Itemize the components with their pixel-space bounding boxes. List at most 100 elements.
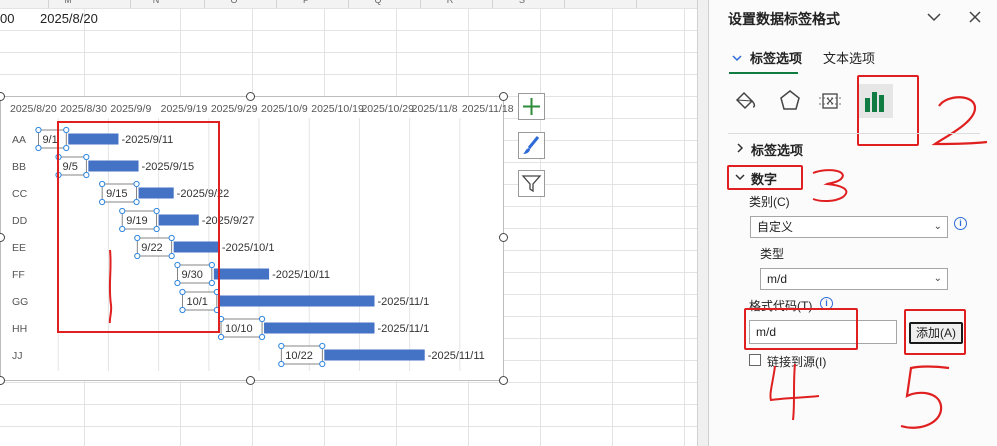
cell-date-value[interactable]: 2025/8/20 (40, 11, 98, 26)
annotation-3-scribble (812, 169, 848, 203)
pane-options-button[interactable] (923, 6, 945, 28)
plus-icon (523, 98, 540, 115)
column-separator[interactable] (492, 0, 493, 8)
column-letter[interactable]: M (58, 0, 78, 5)
chevron-down-icon: ⌄ (933, 221, 942, 232)
column-separator[interactable] (348, 0, 349, 8)
label-selection-handle (258, 333, 266, 341)
chart-elements-button[interactable] (518, 93, 545, 120)
format-data-labels-pane: 设置数据标签格式 标签选项 文本选项 标签选项 数字 类别(C) 自定义 ⌄ i… (709, 0, 997, 446)
resize-handle[interactable] (499, 233, 508, 242)
category-dropdown[interactable]: 自定义 ⌄ (750, 216, 948, 238)
chevron-down-icon (732, 55, 742, 62)
column-separator[interactable] (204, 0, 205, 8)
annotation-box-3 (727, 165, 803, 190)
type-dropdown[interactable]: m/d ⌄ (760, 268, 948, 290)
spreadsheet-area[interactable]: M N O P Q R S 00 2025/8/20 2025/8/20 2025… (0, 0, 697, 446)
y-tick-label: FF (12, 269, 25, 281)
y-tick-label: CC (12, 188, 28, 200)
y-tick-label: JJ (12, 350, 23, 362)
gridline (0, 404, 697, 405)
column-letter[interactable]: R (440, 0, 460, 5)
data-label-end: -2025/11/11 (428, 350, 485, 362)
size-properties-icon (819, 93, 841, 109)
y-tick-label: AA (12, 134, 26, 146)
column-separator[interactable] (564, 0, 565, 8)
chart-styles-button[interactable] (518, 132, 545, 159)
column-separator[interactable] (130, 0, 131, 8)
fill-line-button[interactable] (731, 86, 761, 116)
column-letter[interactable]: S (512, 0, 532, 5)
gantt-bar (324, 349, 425, 361)
y-tick-label: GG (12, 296, 28, 308)
annotation-5-scribble (900, 365, 950, 429)
label-selection-handle (258, 315, 266, 323)
resize-handle[interactable] (499, 92, 508, 101)
effects-button[interactable] (775, 86, 805, 116)
active-tab-indicator (729, 72, 798, 74)
y-tick-label: DD (12, 215, 28, 227)
pane-splitter[interactable] (697, 0, 709, 446)
data-label-start: 10/10 (225, 323, 253, 335)
pane-title: 设置数据标签格式 (728, 11, 840, 27)
brush-icon (523, 136, 540, 154)
x-tick-label: 2025/9/29 (211, 103, 258, 115)
label-selection-handle (217, 333, 225, 341)
data-label-end: -2025/10/1 (222, 242, 275, 254)
resize-handle[interactable] (0, 376, 5, 385)
gridline (0, 30, 697, 31)
gridline (0, 382, 697, 383)
gantt-bar (264, 322, 375, 334)
label-selection-handle (319, 360, 326, 368)
gridline (0, 52, 697, 53)
paint-bucket-icon (735, 91, 756, 110)
data-label-start: 10/22 (285, 350, 313, 362)
label-selection-handle (319, 342, 326, 350)
annotation-box-4 (744, 308, 858, 350)
column-letter[interactable]: N (146, 0, 166, 5)
chevron-down-icon: ⌄ (933, 273, 942, 284)
resize-handle[interactable] (246, 92, 255, 101)
x-tick-label: 2025/9/9 (110, 103, 151, 115)
x-tick-label: 2025/10/19 (311, 103, 364, 115)
annotation-2-scribble (931, 96, 988, 146)
gridline (0, 8, 697, 9)
close-pane-button[interactable] (964, 6, 986, 28)
data-label-end: -2025/11/1 (378, 296, 430, 308)
info-icon[interactable]: i (954, 217, 967, 230)
x-tick-label: 2025/11/18 (462, 103, 514, 115)
column-letter[interactable]: P (296, 0, 316, 5)
pane-divider (728, 133, 980, 134)
label-selection-handle (35, 144, 42, 152)
chart-filters-button[interactable] (518, 170, 545, 197)
annotation-box-5 (904, 309, 966, 355)
cell-value[interactable]: 00 (0, 11, 14, 26)
resize-handle[interactable] (246, 376, 255, 385)
category-value: 自定义 (757, 220, 794, 234)
column-separator[interactable] (48, 0, 49, 8)
y-tick-label: EE (12, 242, 26, 254)
column-letter[interactable]: Q (368, 0, 388, 5)
resize-handle[interactable] (499, 376, 508, 385)
annotation-4-scribble (769, 363, 820, 421)
chevron-down-icon (927, 13, 941, 22)
label-selection-handle (278, 360, 285, 368)
data-label-start: 9/1 (42, 134, 57, 146)
column-separator[interactable] (636, 0, 637, 8)
link-to-source-checkbox[interactable] (749, 354, 761, 366)
x-tick-label: 2025/8/20 (10, 103, 57, 115)
filter-icon (521, 175, 542, 193)
pentagon-icon (780, 90, 800, 110)
category-label: 类别(C) (749, 195, 790, 209)
column-letter[interactable]: O (224, 0, 244, 5)
type-label: 类型 (760, 247, 785, 261)
column-separator[interactable] (276, 0, 277, 8)
x-tick-label: 2025/9/19 (161, 103, 208, 115)
annotation-box-1 (57, 121, 220, 333)
tab-text-options[interactable]: 文本选项 (823, 48, 875, 67)
tab-label-options[interactable]: 标签选项 (750, 48, 802, 67)
size-properties-button[interactable] (815, 86, 845, 116)
column-separator[interactable] (420, 0, 421, 8)
label-selection-handle (278, 342, 285, 350)
section-label-options[interactable]: 标签选项 (751, 140, 803, 159)
